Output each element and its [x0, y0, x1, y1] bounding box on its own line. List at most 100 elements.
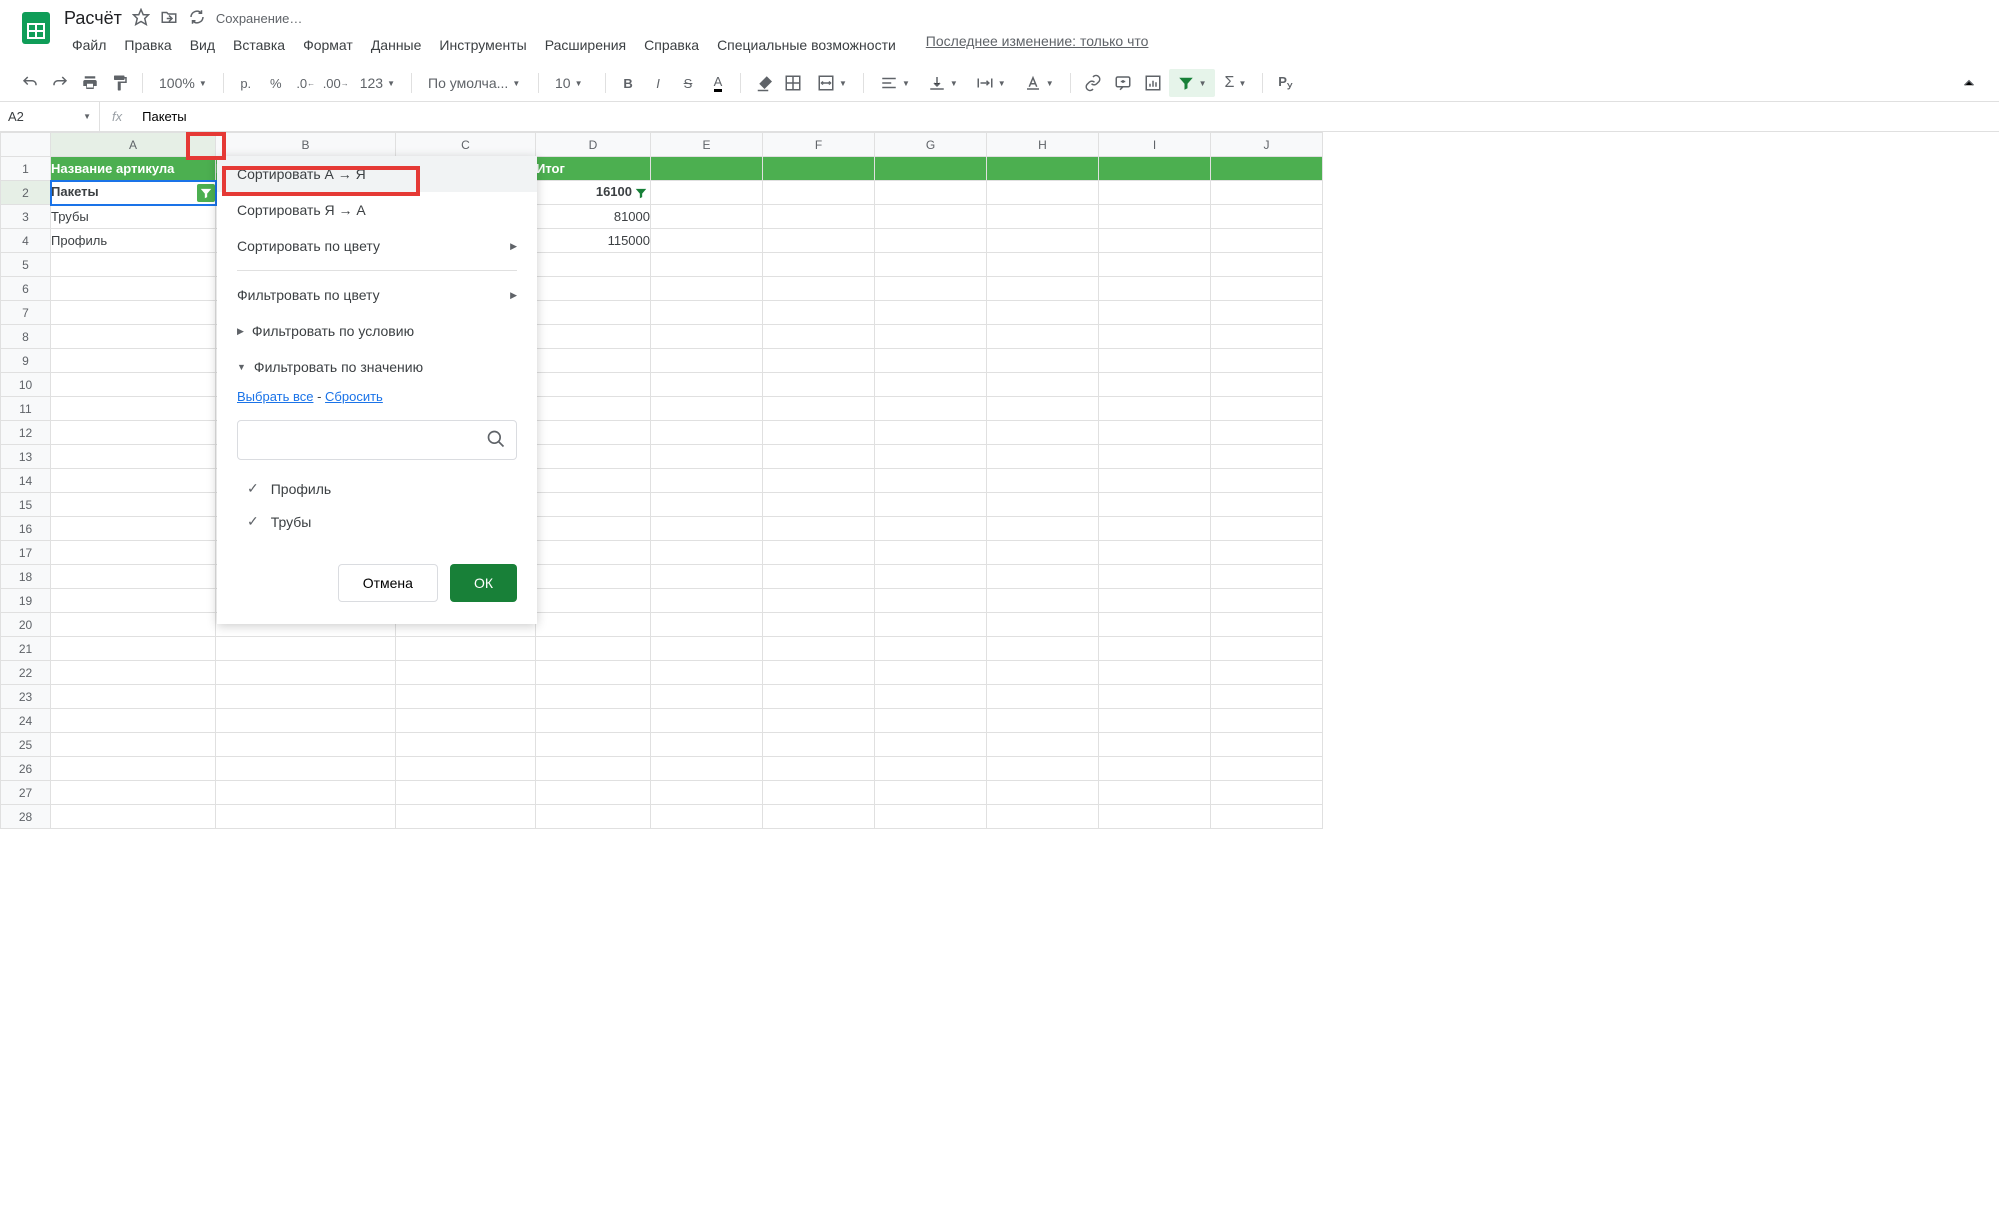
- bold-icon[interactable]: B: [614, 69, 642, 97]
- increase-decimal-icon[interactable]: .00→: [322, 69, 350, 97]
- h-align-icon[interactable]: ▼: [872, 69, 918, 97]
- comment-icon[interactable]: [1109, 69, 1137, 97]
- text-rotate-icon[interactable]: ▼: [1016, 69, 1062, 97]
- last-change-link[interactable]: Последнее изменение: только что: [926, 33, 1149, 57]
- menu-bar: Файл Правка Вид Вставка Формат Данные Ин…: [64, 33, 1983, 57]
- filter-by-color[interactable]: Фильтровать по цвету▶: [217, 277, 537, 313]
- table-row: 26: [1, 757, 1323, 781]
- menu-view[interactable]: Вид: [182, 33, 223, 57]
- cell-a4[interactable]: Профиль: [51, 229, 216, 253]
- redo-icon[interactable]: [46, 69, 74, 97]
- col-header-d[interactable]: D: [536, 133, 651, 157]
- filter-search[interactable]: [237, 420, 517, 460]
- table-row: 15: [1, 493, 1323, 517]
- currency-format[interactable]: р.: [232, 69, 260, 97]
- fill-color-icon[interactable]: [749, 69, 777, 97]
- star-icon[interactable]: [132, 8, 150, 29]
- row-header-4[interactable]: 4: [1, 229, 51, 253]
- menu-accessibility[interactable]: Специальные возможности: [709, 33, 904, 57]
- select-all-corner[interactable]: [1, 133, 51, 157]
- header-name[interactable]: Название артикула: [51, 157, 216, 181]
- percent-format[interactable]: %: [262, 69, 290, 97]
- select-all-link[interactable]: Выбрать все: [237, 389, 313, 404]
- decrease-decimal-icon[interactable]: .0←: [292, 69, 320, 97]
- col-header-e[interactable]: E: [651, 133, 763, 157]
- cell-d2[interactable]: 16100: [536, 181, 651, 205]
- link-icon[interactable]: [1079, 69, 1107, 97]
- cell-d4[interactable]: 115000: [536, 229, 651, 253]
- strikethrough-icon[interactable]: S: [674, 69, 702, 97]
- row-header-2[interactable]: 2: [1, 181, 51, 205]
- filter-icon[interactable]: ▼: [1169, 69, 1215, 97]
- menu-data[interactable]: Данные: [363, 33, 430, 57]
- table-row: 8: [1, 325, 1323, 349]
- col-header-i[interactable]: I: [1099, 133, 1211, 157]
- col-header-a[interactable]: A: [51, 133, 216, 157]
- table-row: 19: [1, 589, 1323, 613]
- chart-icon[interactable]: [1139, 69, 1167, 97]
- filter-value-item[interactable]: ✓Профиль: [237, 472, 517, 505]
- table-row: 23: [1, 685, 1323, 709]
- menu-insert[interactable]: Вставка: [225, 33, 293, 57]
- sheets-logo[interactable]: [16, 8, 56, 48]
- text-wrap-icon[interactable]: ▼: [968, 69, 1014, 97]
- filter-search-input[interactable]: [248, 433, 486, 448]
- menu-file[interactable]: Файл: [64, 33, 114, 57]
- formula-input[interactable]: [134, 109, 1999, 124]
- table-row: 12: [1, 421, 1323, 445]
- filter-value-item[interactable]: ✓Трубы: [237, 505, 517, 538]
- borders-icon[interactable]: [779, 69, 807, 97]
- filter-button-d[interactable]: [632, 184, 650, 202]
- header-total[interactable]: Итог: [536, 157, 651, 181]
- paint-format-icon[interactable]: [106, 69, 134, 97]
- cell-d3[interactable]: 81000: [536, 205, 651, 229]
- cancel-button[interactable]: Отмена: [338, 564, 438, 602]
- table-row: 3 Трубы 81000: [1, 205, 1323, 229]
- sort-by-color[interactable]: Сортировать по цвету▶: [217, 228, 537, 264]
- cell-reference[interactable]: A2▼: [0, 102, 100, 131]
- reset-link[interactable]: Сбросить: [325, 389, 383, 404]
- filter-by-value[interactable]: ▼Фильтровать по значению: [217, 349, 537, 385]
- collapse-toolbar-icon[interactable]: [1955, 69, 1983, 97]
- functions-icon[interactable]: Σ▼: [1217, 69, 1255, 97]
- undo-icon[interactable]: [16, 69, 44, 97]
- fx-icon: fx: [100, 109, 134, 124]
- cell-a2[interactable]: Пакеты: [51, 181, 216, 205]
- table-row: 22: [1, 661, 1323, 685]
- font-select[interactable]: По умолча...▼: [420, 69, 530, 97]
- col-header-b[interactable]: B: [216, 133, 396, 157]
- col-header-f[interactable]: F: [763, 133, 875, 157]
- italic-icon[interactable]: I: [644, 69, 672, 97]
- table-row: 16: [1, 517, 1323, 541]
- cell-a3[interactable]: Трубы: [51, 205, 216, 229]
- print-icon[interactable]: [76, 69, 104, 97]
- ok-button[interactable]: ОК: [450, 564, 517, 602]
- menu-edit[interactable]: Правка: [116, 33, 179, 57]
- menu-extensions[interactable]: Расширения: [537, 33, 634, 57]
- col-header-j[interactable]: J: [1211, 133, 1323, 157]
- number-format-select[interactable]: 123▼: [352, 69, 403, 97]
- col-header-h[interactable]: H: [987, 133, 1099, 157]
- merge-cells-icon[interactable]: ▼: [809, 69, 855, 97]
- saving-status: Сохранение…: [216, 11, 303, 26]
- row-header-3[interactable]: 3: [1, 205, 51, 229]
- sort-za[interactable]: Сортировать Я → А: [217, 192, 537, 228]
- menu-format[interactable]: Формат: [295, 33, 361, 57]
- filter-by-condition[interactable]: ▶Фильтровать по условию: [217, 313, 537, 349]
- menu-help[interactable]: Справка: [636, 33, 707, 57]
- col-header-c[interactable]: C: [396, 133, 536, 157]
- font-size-select[interactable]: 10▼: [547, 69, 597, 97]
- table-row: 2 Пакеты 2300 7 16100: [1, 181, 1323, 205]
- menu-tools[interactable]: Инструменты: [431, 33, 534, 57]
- table-row: 9: [1, 349, 1323, 373]
- v-align-icon[interactable]: ▼: [920, 69, 966, 97]
- row-header-1[interactable]: 1: [1, 157, 51, 181]
- doc-title[interactable]: Расчёт: [64, 8, 122, 29]
- col-header-g[interactable]: G: [875, 133, 987, 157]
- sort-az[interactable]: Сортировать А → Я: [217, 156, 537, 192]
- move-icon[interactable]: [160, 8, 178, 29]
- input-tools-icon[interactable]: РУ: [1271, 69, 1299, 97]
- text-color-icon[interactable]: A: [704, 69, 732, 97]
- zoom-select[interactable]: 100%▼: [151, 69, 215, 97]
- filter-button-a[interactable]: [197, 184, 215, 202]
